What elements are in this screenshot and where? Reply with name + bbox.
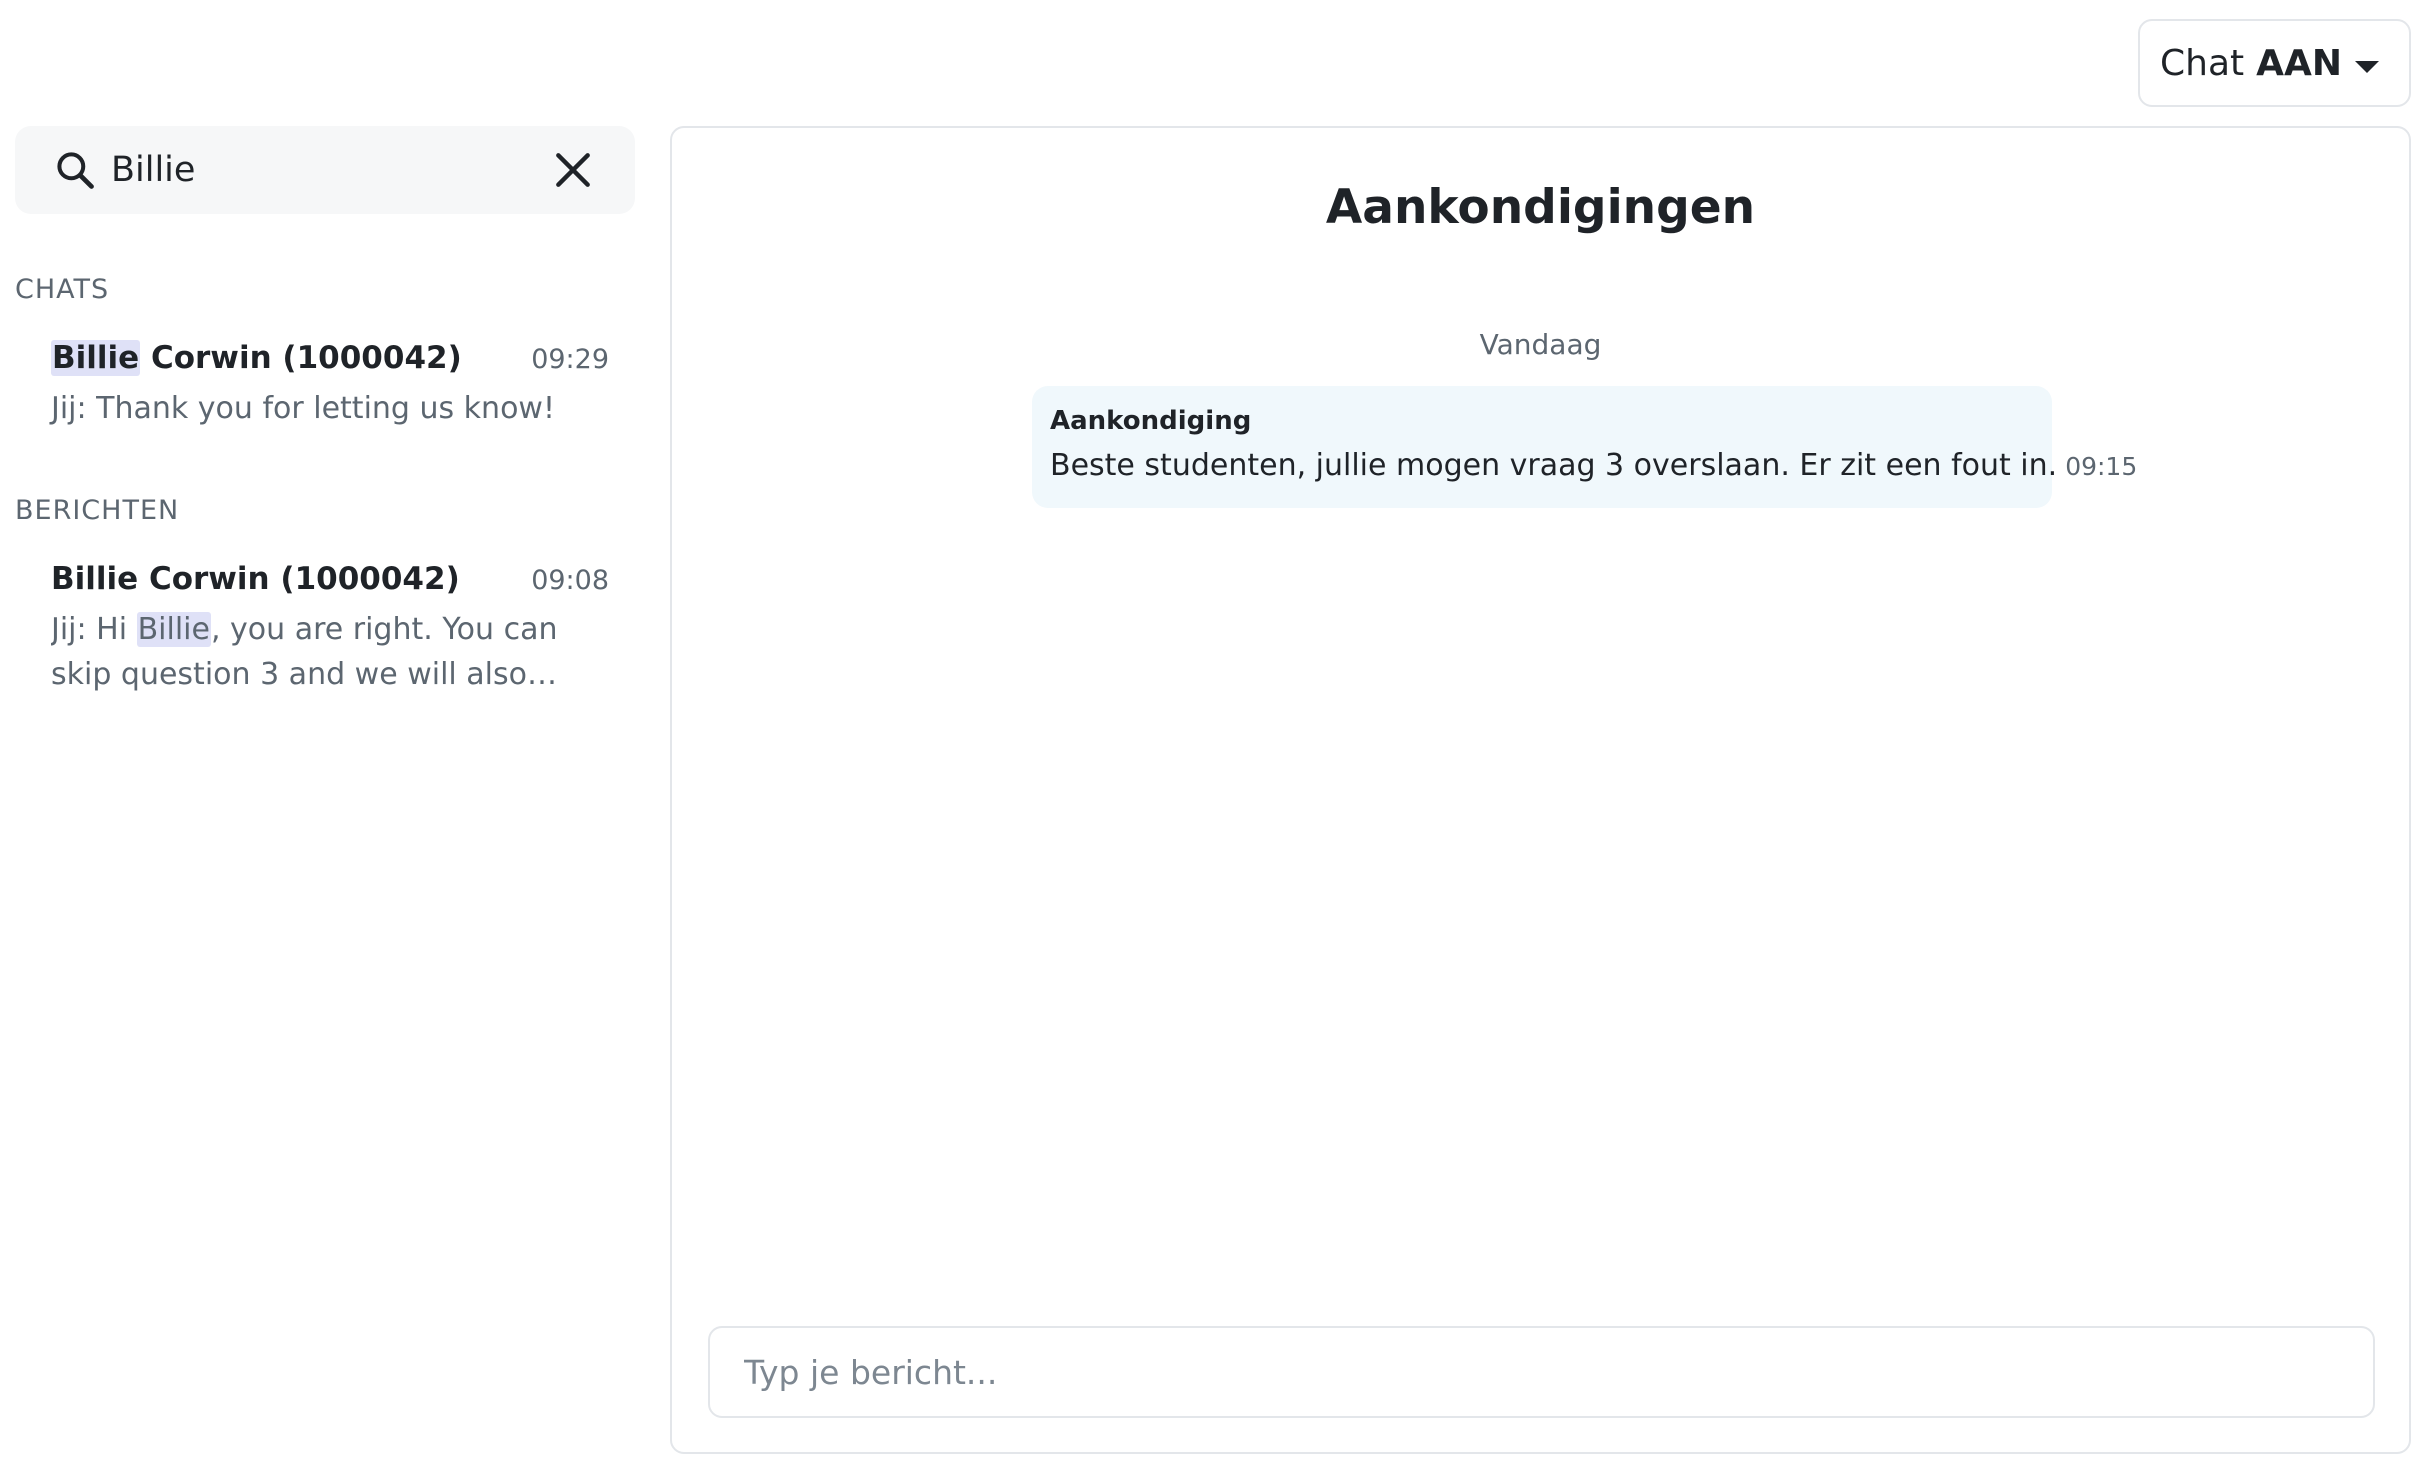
- caret-down-icon: [2355, 61, 2379, 73]
- message-result-item[interactable]: Billie Corwin (1000042) 09:08 Jij: Hi Bi…: [35, 551, 625, 707]
- section-heading-chats: CHATS: [15, 274, 110, 305]
- conversation-title: Aankondigingen: [1325, 180, 1756, 235]
- message-time: 09:15: [2065, 452, 2138, 481]
- search-highlight: Billie: [51, 340, 141, 376]
- chat-status-dropdown[interactable]: Chat AAN: [2138, 19, 2411, 107]
- message-input[interactable]: [710, 1328, 2373, 1416]
- chat-result-time: 09:29: [531, 344, 609, 375]
- message-text: Beste studenten, jullie mogen vraag 3 ov…: [1050, 448, 2058, 483]
- search-box: [15, 126, 635, 214]
- search-highlight: Billie: [136, 612, 211, 647]
- search-icon: [57, 152, 94, 189]
- chat-result-preview: Jij: Thank you for letting us know!: [51, 391, 555, 426]
- chat-result-item[interactable]: Billie Corwin (1000042) 09:29 Jij: Thank…: [35, 330, 625, 441]
- message-bubble: Aankondiging Beste studenten, jullie mog…: [1032, 386, 2137, 508]
- sidebar: CHATS Billie Corwin (1000042) 09:29 Jij:…: [15, 126, 635, 1446]
- chat-result-name: Billie Corwin (1000042): [51, 340, 462, 376]
- message-result-preview: Jij: Hi Billie, you are right. You can s…: [51, 607, 609, 697]
- conversation-panel: Aankondigingen Vandaag Aankondiging Best…: [670, 126, 2411, 1454]
- day-separator: Vandaag: [1479, 328, 1602, 361]
- search-input[interactable]: [111, 144, 531, 196]
- chat-result-name-rest: Corwin (1000042): [140, 340, 462, 376]
- message-result-name: Billie Corwin (1000042): [51, 561, 460, 597]
- message-result-time: 09:08: [531, 565, 609, 596]
- chat-status-value: AAN: [2256, 42, 2342, 84]
- close-icon[interactable]: [551, 148, 595, 192]
- message-preview-before: Jij: Hi: [51, 612, 137, 647]
- message-composer: [708, 1326, 2375, 1418]
- section-heading-berichten: BERICHTEN: [15, 495, 180, 526]
- message-sender: Aankondiging: [1050, 406, 1252, 436]
- chat-status-label: Chat: [2160, 42, 2245, 84]
